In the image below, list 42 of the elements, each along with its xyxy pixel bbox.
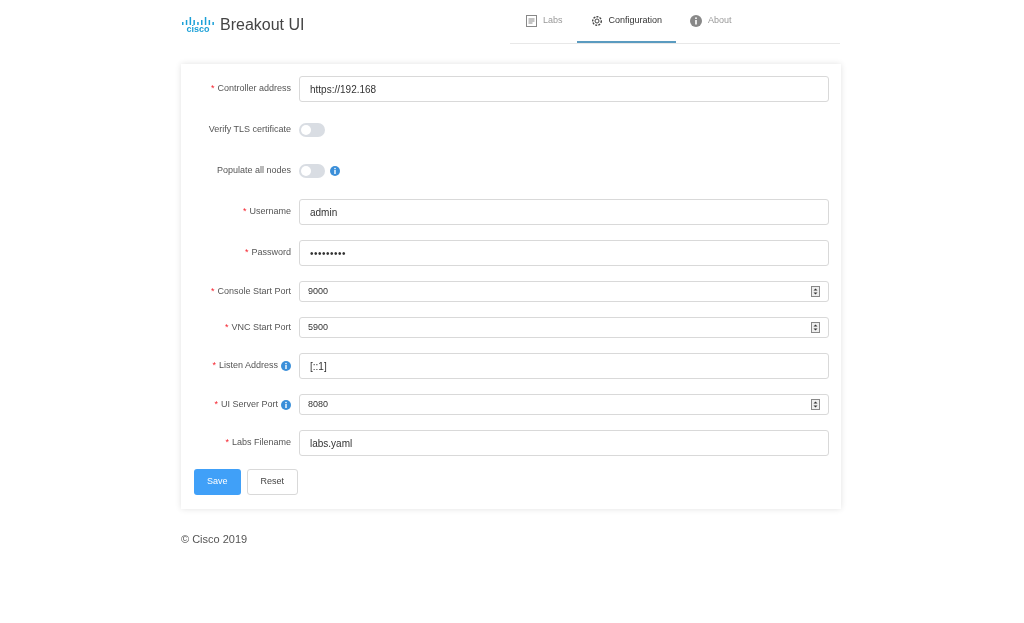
required-mark: * [210, 284, 215, 298]
spinner-icon [811, 286, 820, 297]
app-title: Breakout UI [220, 15, 305, 35]
info-icon [281, 361, 291, 371]
required-mark: * [225, 436, 229, 450]
field-label: Controller address [217, 82, 291, 96]
field-label: VNC Start Port [231, 320, 291, 334]
cisco-logo: cisco [181, 16, 215, 34]
field-label: Username [249, 205, 291, 219]
spinner-icon [811, 322, 820, 333]
reset-button[interactable]: Reset [246, 469, 299, 495]
number-field[interactable]: 5900 [299, 317, 829, 338]
required-mark: * [212, 359, 216, 373]
required-mark: * [244, 246, 249, 260]
info-icon [330, 166, 340, 176]
field-label: Verify TLS certificate [208, 123, 291, 137]
settings-icon [590, 14, 603, 27]
info-icon [281, 399, 291, 410]
toggle-switch[interactable] [299, 164, 325, 178]
field-label: UI Server Port [221, 397, 278, 411]
input-field[interactable]: [::1] [299, 353, 829, 379]
number-field[interactable]: 9000 [299, 281, 829, 302]
nav-tab[interactable]: Configuration [576, 0, 677, 43]
number-field[interactable]: 8080 [299, 394, 829, 415]
info-icon [690, 14, 703, 27]
field-label: Labs Filename [231, 436, 291, 450]
input-field[interactable]: https://192.168 [299, 76, 829, 102]
footer-text: © Cisco 2019 [181, 532, 248, 547]
required-mark: * [224, 320, 229, 334]
field-label: Console Start Port [217, 284, 291, 298]
password-field[interactable]: ••••••••• [299, 240, 829, 266]
input-field[interactable]: admin [299, 199, 829, 225]
toggle-switch[interactable] [299, 123, 325, 137]
required-mark: * [242, 205, 247, 219]
required-mark: * [214, 397, 218, 411]
field-label: Populate all nodes [216, 164, 291, 178]
field-label: Listen Address [218, 359, 278, 373]
required-mark: * [210, 82, 215, 96]
spinner-icon [811, 399, 820, 410]
field-label: Password [251, 246, 291, 260]
document-icon [526, 14, 537, 27]
input-field[interactable]: labs.yaml [299, 430, 829, 456]
